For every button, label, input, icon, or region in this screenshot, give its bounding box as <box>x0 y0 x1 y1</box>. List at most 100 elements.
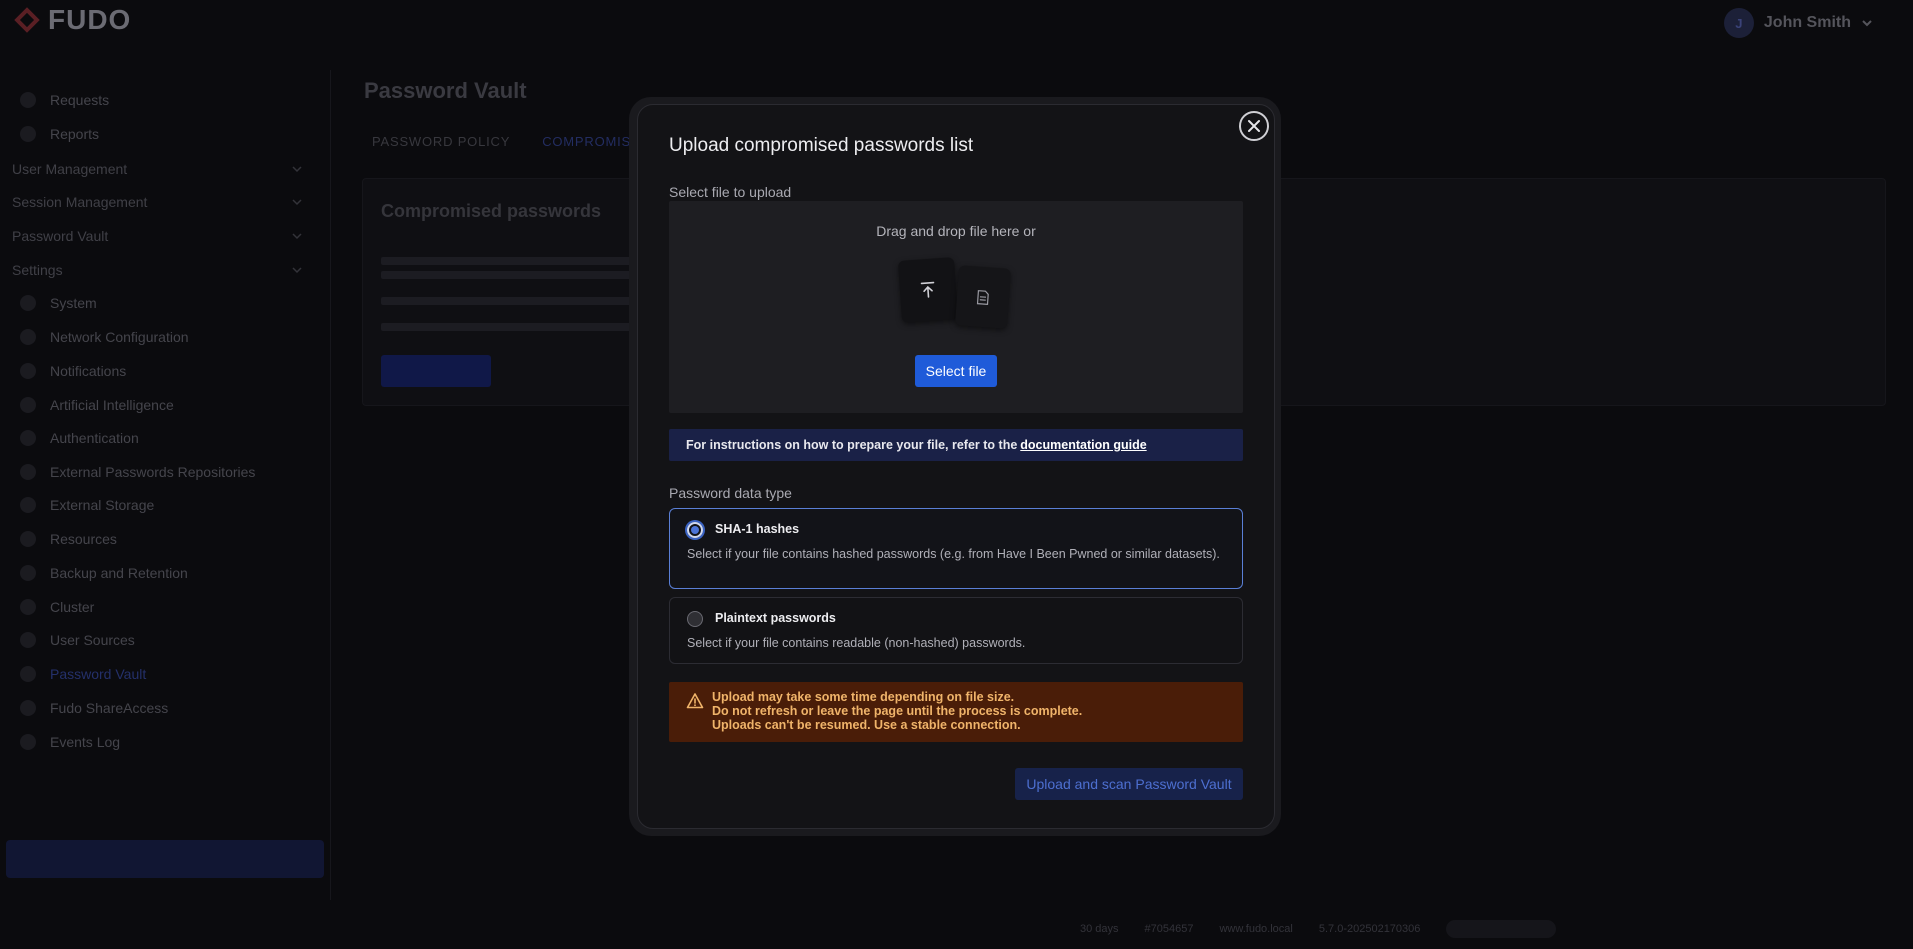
upload-arrow-icon <box>920 281 935 298</box>
user-menu[interactable]: J John Smith <box>1723 8 1873 38</box>
card-text-line <box>381 257 631 265</box>
nav-item-icon <box>20 632 36 648</box>
info-text: For instructions on how to prepare your … <box>686 438 1018 452</box>
file-dropzone[interactable]: Drag and drop file here or Select file <box>669 201 1243 413</box>
chevron-down-icon <box>1862 20 1872 27</box>
card-text-line <box>381 297 631 305</box>
nav-item-icon <box>20 497 36 513</box>
warning-line: Do not refresh or leave the page until t… <box>712 704 1083 718</box>
light-theme-toggle[interactable] <box>1446 920 1557 938</box>
option-sha1-hashes[interactable]: SHA-1 hashes Select if your file contain… <box>669 508 1243 589</box>
modal-title: Upload compromised passwords list <box>669 135 974 156</box>
dropzone-text: Drag and drop file here or <box>876 223 1036 239</box>
upload-warning-banner: Upload may take some time depending on f… <box>669 682 1243 742</box>
sidebar-item-label: Backup and Retention <box>50 565 188 581</box>
sidebar-item[interactable]: Resources <box>20 527 117 551</box>
sidebar-group[interactable]: Password Vault <box>12 224 302 248</box>
sidebar: Requests Reports User Management Session Ma… <box>0 70 331 900</box>
nav-item-icon <box>20 295 36 311</box>
sidebar-item[interactable]: Events Log <box>20 730 120 754</box>
select-file-button[interactable]: Select file <box>915 355 997 387</box>
nav-item-icon <box>20 599 36 615</box>
top-bar: FUDO J John Smith <box>0 0 1913 46</box>
chevron-down-icon <box>292 233 302 240</box>
sidebar-item-label: Artificial Intelligence <box>50 397 174 413</box>
close-icon <box>1248 120 1260 132</box>
sidebar-item[interactable]: Backup and Retention <box>20 561 188 585</box>
sidebar-item[interactable]: Reports <box>20 122 99 146</box>
sidebar-group[interactable]: Session Management <box>12 190 302 214</box>
sidebar-item-label: Reports <box>50 126 100 142</box>
upload-file-illustration <box>897 257 959 323</box>
fudo-logo-icon <box>14 7 40 33</box>
sidebar-item[interactable]: Artificial Intelligence <box>20 393 174 417</box>
sidebar-item[interactable]: Notifications <box>20 359 126 383</box>
nav-item-icon <box>20 734 36 750</box>
sidebar-item-label: Password Vault <box>50 666 147 682</box>
sidebar-group-label: Settings <box>12 262 63 278</box>
sidebar-item[interactable]: Fudo ShareAccess <box>20 696 168 720</box>
card-title: Compromised passwords <box>381 201 602 221</box>
chevron-down-icon <box>292 166 302 173</box>
footer-item: 5.7.0-202502170306 <box>1318 923 1421 935</box>
option-description: Select if your file contains hashed pass… <box>687 547 1220 561</box>
upload-file-button[interactable] <box>381 355 491 387</box>
upload-and-scan-button[interactable]: Upload and scan Password Vault <box>1015 768 1243 800</box>
sidebar-item[interactable]: Network Configuration <box>20 325 189 349</box>
nav-item-icon <box>20 126 36 142</box>
documentation-guide-link[interactable]: documentation guide <box>1020 438 1146 452</box>
sidebar-item-label: External Passwords Repositories <box>50 464 256 480</box>
nav-item-icon <box>20 565 36 581</box>
sidebar-group-label: User Management <box>12 161 128 177</box>
nav-item-icon <box>20 329 36 345</box>
document-illustration <box>954 265 1012 329</box>
option-title: SHA-1 hashes <box>715 522 800 536</box>
sidebar-group[interactable]: Settings <box>12 258 302 282</box>
sidebar-item[interactable]: Cluster <box>20 595 94 619</box>
sidebar-group-label: Password Vault <box>12 228 109 244</box>
user-name: John Smith <box>1763 14 1851 31</box>
sidebar-item[interactable]: Requests <box>20 88 109 112</box>
chevron-down-icon <box>292 267 302 274</box>
logo: FUDO <box>12 4 131 36</box>
sidebar-item-label: System <box>50 295 97 311</box>
page-title: Password Vault <box>364 78 527 103</box>
option-plaintext-passwords[interactable]: Plaintext passwords Select if your file … <box>669 597 1243 664</box>
sidebar-item[interactable]: External Passwords Repositories <box>20 460 255 484</box>
plaintext-radio[interactable] <box>687 611 703 627</box>
sidebar-group-label: Session Management <box>12 194 148 210</box>
option-title: Plaintext passwords <box>715 611 836 625</box>
sha1-radio[interactable] <box>687 522 703 538</box>
file-upload-label: Select file to upload <box>669 184 792 200</box>
sidebar-group[interactable]: User Management <box>12 157 302 181</box>
nav-item-icon <box>20 397 36 413</box>
footer-item: 30 days <box>1080 923 1119 935</box>
nav-item-icon <box>20 531 36 547</box>
nav-item-icon <box>20 464 36 480</box>
sidebar-item-label: User Sources <box>50 632 135 648</box>
sidebar-item-label: Notifications <box>50 363 127 379</box>
close-button[interactable] <box>1239 111 1269 141</box>
upload-compromised-passwords-modal: Upload compromised passwords list Select… <box>637 104 1275 829</box>
sidebar-item[interactable]: Password Vault <box>20 662 146 686</box>
nav-item-icon <box>20 363 36 379</box>
sidebar-item[interactable]: Authentication <box>20 426 139 450</box>
footer-item: #7054657 <box>1144 923 1194 935</box>
nav-item-icon <box>20 700 36 716</box>
tab-password-policy[interactable]: PASSWORD POLICY <box>372 134 510 149</box>
footer-item: www.fudo.local <box>1219 923 1293 935</box>
warning-line: Upload may take some time depending on f… <box>712 690 1015 704</box>
nav-item-icon <box>20 430 36 446</box>
sidebar-item-label: Network Configuration <box>50 329 189 345</box>
option-description: Select if your file contains readable (n… <box>687 636 1026 650</box>
avatar: J <box>1723 8 1754 38</box>
sidebar-item-label: Resources <box>50 531 117 547</box>
card-text-line <box>381 271 631 279</box>
sidebar-item-label: Authentication <box>50 430 139 446</box>
sidebar-item[interactable]: User Sources <box>20 628 135 652</box>
nav-item-icon <box>20 666 36 682</box>
sidebar-active-highlight <box>6 840 324 878</box>
sidebar-item[interactable]: System <box>20 291 97 315</box>
chevron-down-icon <box>292 199 302 206</box>
sidebar-item[interactable]: External Storage <box>20 493 154 517</box>
